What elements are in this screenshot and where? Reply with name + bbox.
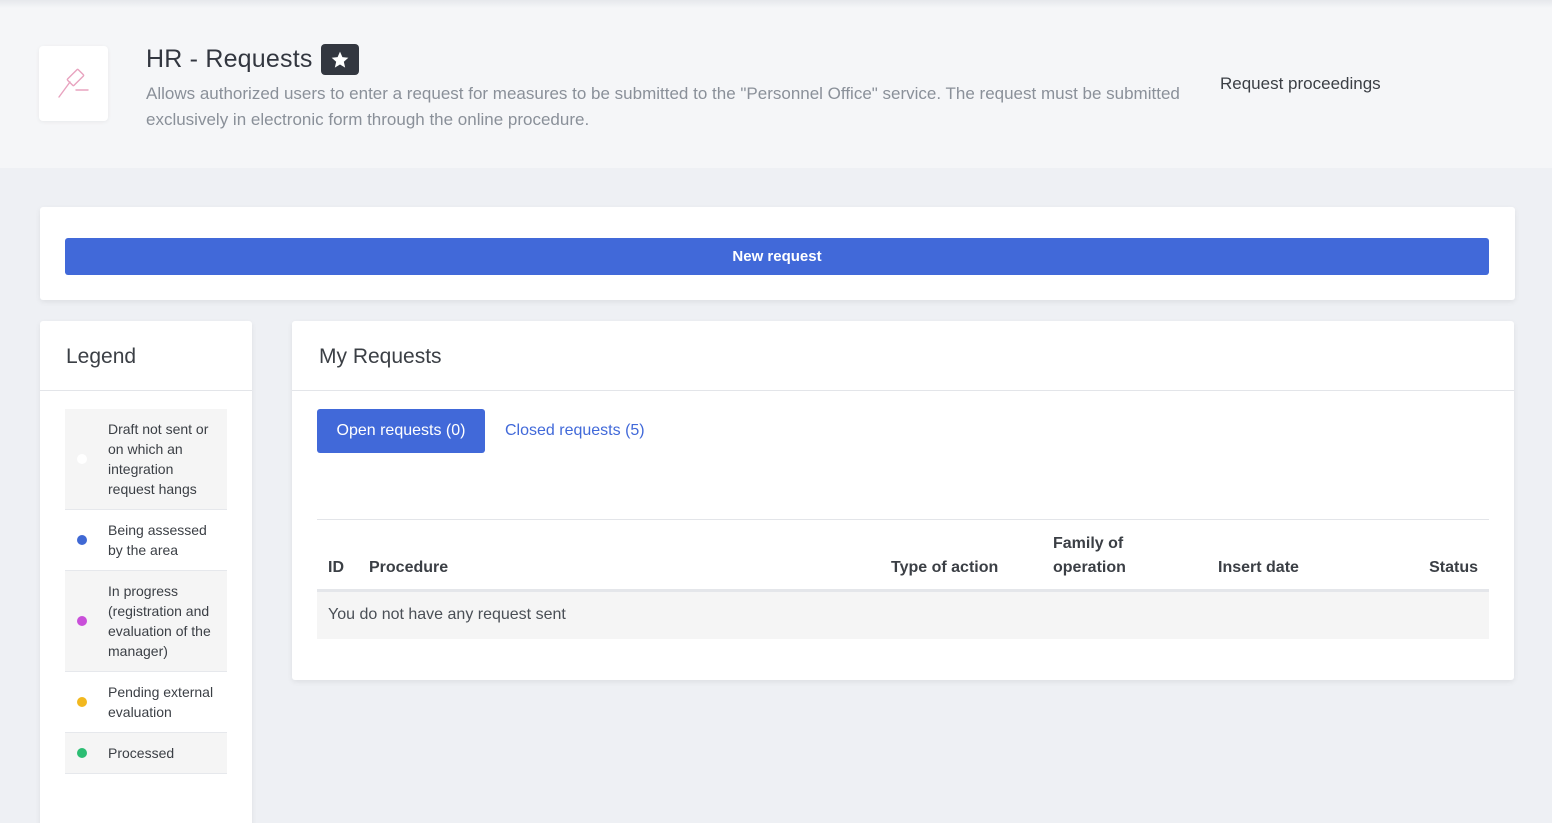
- tab-closed-requests[interactable]: Closed requests (5): [505, 422, 645, 440]
- column-family-of-operation[interactable]: Family of operation: [1053, 532, 1148, 580]
- legend-item-draft: Draft not sent or on which an integratio…: [65, 409, 227, 510]
- request-proceedings-link[interactable]: Request proceedings: [1220, 74, 1381, 94]
- new-request-button[interactable]: New request: [65, 238, 1489, 275]
- app-logo: [39, 46, 108, 121]
- status-dot: [77, 748, 87, 758]
- my-requests-card: My Requests Open requests (0) Closed req…: [292, 321, 1514, 680]
- legend-item-pending: Pending external evaluation: [65, 672, 227, 733]
- legend-item-assessed: Being assessed by the area: [65, 510, 227, 571]
- column-type-of-action[interactable]: Type of action: [891, 556, 998, 580]
- column-insert-date[interactable]: Insert date: [1218, 556, 1299, 580]
- page-description: Allows authorized users to enter a reque…: [146, 84, 1180, 129]
- action-card: New request: [40, 207, 1515, 300]
- column-procedure[interactable]: Procedure: [369, 556, 448, 580]
- legend-label: Processed: [108, 745, 175, 761]
- column-id[interactable]: ID: [328, 556, 344, 580]
- table-header: ID Procedure Type of action Family of op…: [317, 519, 1489, 592]
- legend-label: Being assessed by the area: [108, 522, 207, 558]
- page-title: HR - Requests: [146, 45, 313, 73]
- legend-title: Legend: [66, 345, 137, 368]
- requests-table: ID Procedure Type of action Family of op…: [317, 519, 1489, 639]
- page-header: HR - Requests Allows authorized users to…: [0, 8, 1552, 168]
- legend-item-processed: Processed: [65, 733, 227, 774]
- legend-card: Legend Draft not sent or on which an int…: [40, 321, 252, 823]
- column-status[interactable]: Status: [1429, 556, 1478, 580]
- tab-open-requests[interactable]: Open requests (0): [317, 409, 485, 453]
- favorite-button[interactable]: [320, 44, 359, 75]
- gavel-icon: [57, 68, 89, 98]
- my-requests-title: My Requests: [319, 345, 442, 368]
- status-dot: [77, 454, 87, 464]
- legend-list: Draft not sent or on which an integratio…: [40, 391, 252, 774]
- status-dot: [77, 535, 87, 545]
- status-dot: [77, 697, 87, 707]
- legend-label: In progress (registration and evaluation…: [108, 583, 211, 659]
- legend-label: Pending external evaluation: [108, 684, 214, 720]
- empty-row: You do not have any request sent: [317, 592, 1489, 639]
- star-icon: [331, 51, 348, 68]
- top-strip: [0, 0, 1552, 8]
- legend-label: Draft not sent or on which an integratio…: [108, 421, 209, 497]
- status-dot: [77, 616, 87, 626]
- legend-item-in-progress: In progress (registration and evaluation…: [65, 571, 227, 672]
- request-tabs: Open requests (0) Closed requests (5): [317, 409, 645, 453]
